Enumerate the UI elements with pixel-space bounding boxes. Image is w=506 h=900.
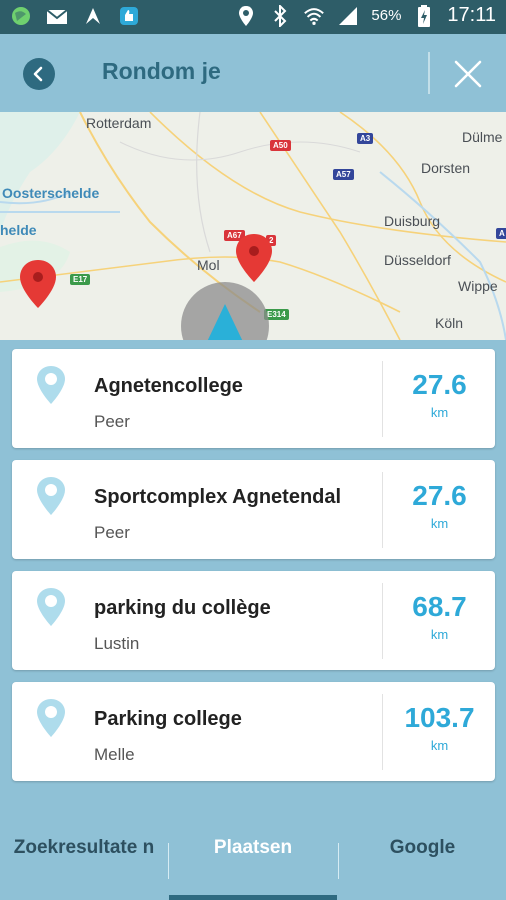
map-marker-icon[interactable] — [18, 258, 58, 310]
bottom-tab-bar: Zoekresultate n Plaatsen Google — [0, 795, 506, 900]
road-shield-a3: A3 — [357, 133, 374, 144]
place-pin-icon — [37, 366, 65, 404]
list-item[interactable]: Agnetencollege Peer 27.6 km — [12, 349, 495, 448]
map-label-dulmen: Dülme — [462, 129, 503, 145]
tab-label: Plaatsen — [213, 836, 293, 858]
distance-unit: km — [430, 405, 449, 420]
tab-google[interactable]: Google — [339, 795, 506, 900]
road-shield-a50: A50 — [270, 140, 291, 151]
map-view[interactable]: Rotterdam Dülme Dorsten Oosterschelde he… — [0, 112, 506, 340]
back-button[interactable] — [23, 58, 55, 90]
tab-zoekresultaten[interactable]: Zoekresultate n — [0, 795, 168, 900]
tab-plaatsen[interactable]: Plaatsen — [169, 795, 337, 900]
list-item[interactable]: parking du collège Lustin 68.7 km — [12, 571, 495, 670]
map-label-duisburg: Duisburg — [384, 213, 441, 229]
place-name: Agnetencollege — [94, 375, 243, 397]
place-name: parking du collège — [94, 597, 271, 619]
map-label-rotterdam: Rotterdam — [86, 115, 152, 131]
distance-value: 68.7 — [412, 591, 467, 622]
app-header: Rondom je — [0, 34, 506, 112]
map-label-dusseldorf: Düsseldorf — [384, 252, 451, 268]
active-tab-indicator — [169, 895, 337, 900]
chevron-left-icon — [33, 66, 43, 82]
system-icons: 56% 17:11 — [235, 4, 496, 27]
clock: 17:11 — [447, 4, 496, 26]
signal-icon — [337, 5, 359, 27]
navigation-arrow-icon — [207, 304, 243, 340]
place-pin-icon — [37, 477, 65, 515]
place-city: Peer — [94, 523, 130, 542]
results-list: Agnetencollege Peer 27.6 km Sportcomplex… — [0, 340, 506, 795]
map-label-oosterschelde: Oosterschelde — [2, 185, 100, 201]
header-divider — [428, 52, 430, 94]
card-divider — [382, 694, 383, 770]
app-icon — [82, 5, 104, 27]
status-bar: 56% 17:11 — [0, 0, 506, 34]
place-name: Sportcomplex Agnetendal — [94, 486, 342, 508]
battery-icon — [413, 4, 435, 27]
distance-unit: km — [430, 516, 449, 531]
place-pin-icon — [37, 699, 65, 737]
card-divider — [382, 472, 383, 548]
map-label-helde: helde — [0, 222, 37, 238]
place-city: Melle — [94, 745, 135, 764]
map-label-wipper: Wippe — [458, 278, 498, 294]
distance-value: 103.7 — [404, 702, 475, 733]
place-city: Lustin — [94, 634, 140, 653]
current-location-indicator — [181, 282, 269, 340]
place-name: Parking college — [94, 708, 242, 730]
bluetooth-icon — [269, 4, 291, 27]
list-item[interactable]: Sportcomplex Agnetendal Peer 27.6 km — [12, 460, 495, 559]
place-pin-icon — [37, 588, 65, 626]
map-label-mol: Mol — [197, 257, 220, 273]
distance-unit: km — [430, 627, 449, 642]
close-icon — [454, 60, 482, 88]
mail-icon — [46, 5, 68, 27]
thumbs-up-icon — [118, 5, 140, 27]
distance-value: 27.6 — [412, 369, 467, 400]
map-label-dorsten: Dorsten — [421, 160, 471, 176]
tab-label: Zoekresultate n — [13, 837, 155, 858]
wifi-icon — [303, 5, 325, 27]
road-shield-e17: E17 — [70, 274, 91, 285]
road-shield-a-edge: A — [496, 228, 506, 239]
card-divider — [382, 361, 383, 437]
battery-percent: 56% — [371, 7, 402, 24]
distance-value: 27.6 — [412, 480, 467, 511]
map-marker-icon[interactable] — [234, 232, 274, 284]
tab-label: Google — [389, 836, 456, 858]
notification-icons — [10, 5, 140, 27]
list-item[interactable]: Parking college Melle 103.7 km — [12, 682, 495, 781]
globe-icon — [10, 5, 32, 27]
map-label-koln: Köln — [435, 315, 464, 331]
place-city: Peer — [94, 412, 130, 431]
card-divider — [382, 583, 383, 659]
distance-unit: km — [430, 738, 449, 753]
page-title: Rondom je — [102, 58, 221, 84]
location-icon — [235, 5, 257, 27]
road-shield-a57: A57 — [333, 169, 354, 180]
close-button[interactable] — [452, 58, 484, 90]
